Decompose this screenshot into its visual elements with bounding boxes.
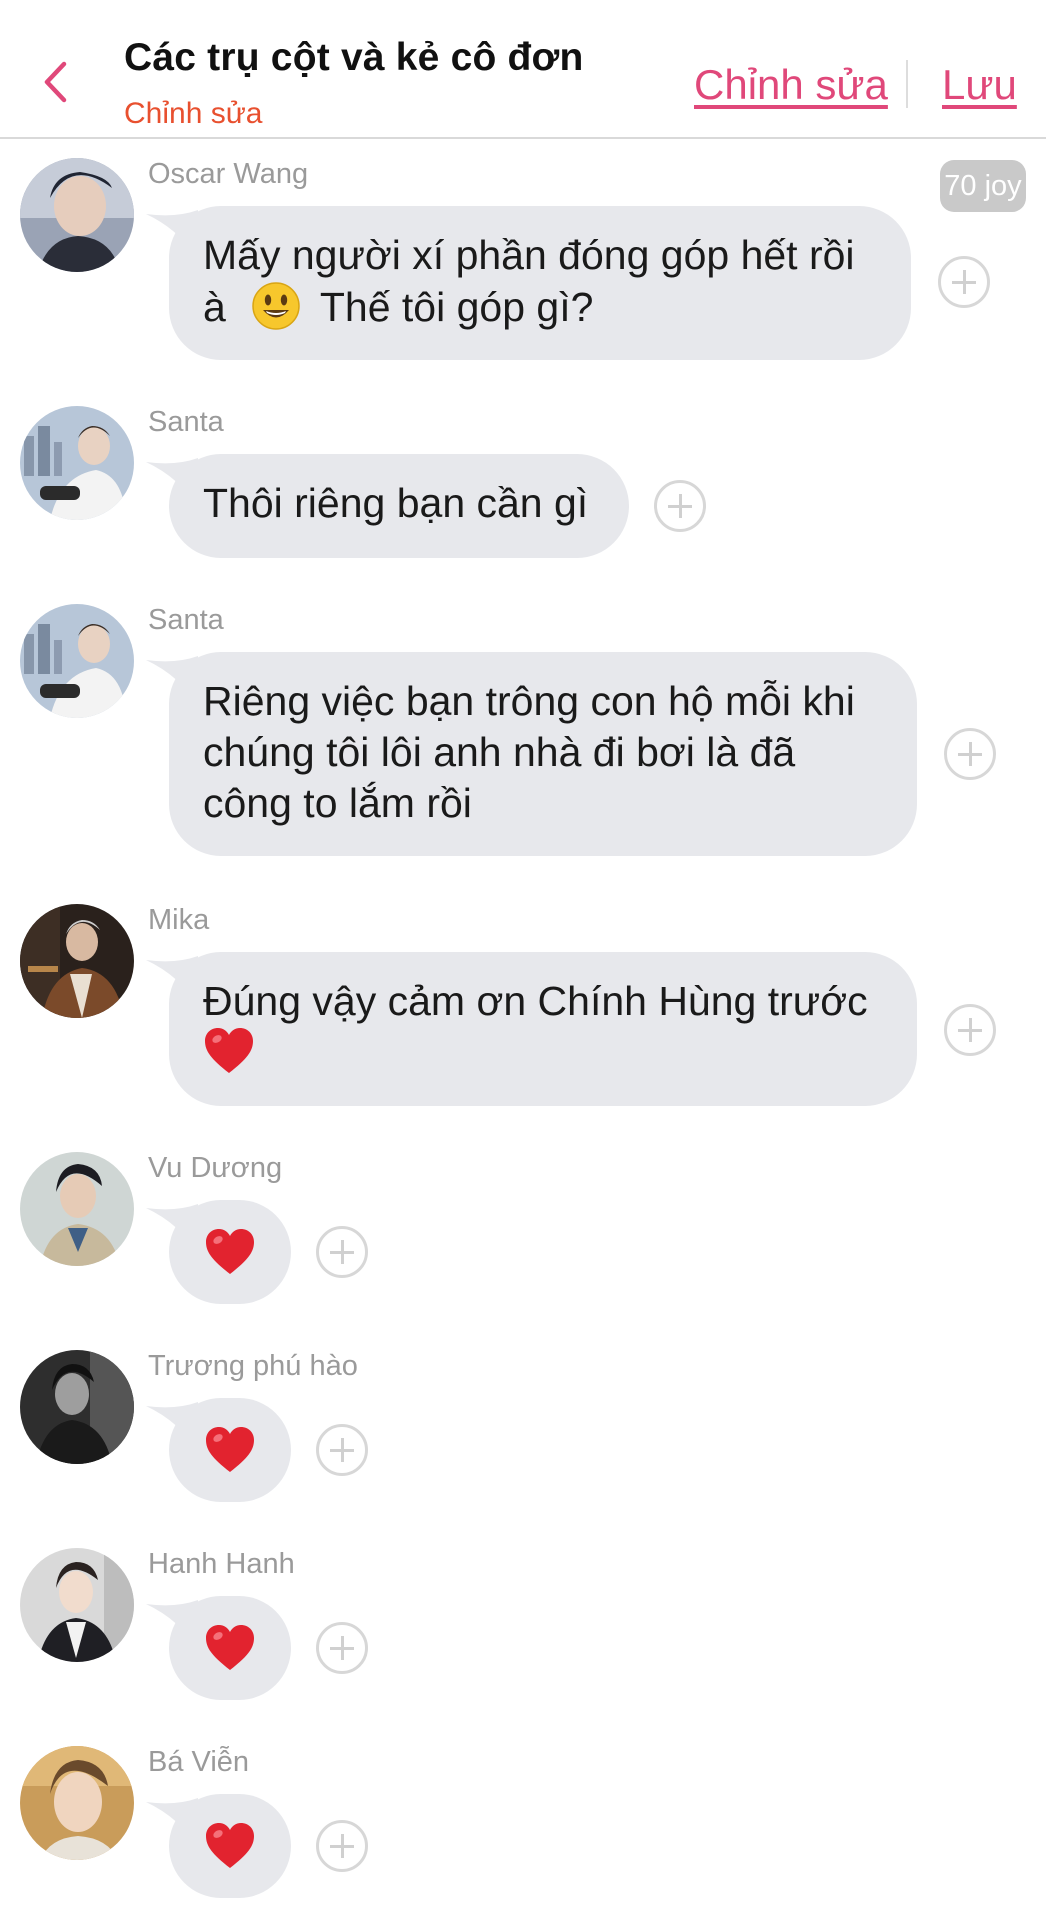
avatar[interactable] [20, 158, 134, 272]
add-reaction-button[interactable] [944, 728, 996, 780]
add-reaction-button[interactable] [316, 1424, 368, 1476]
sender-name: Trương phú hào [148, 1350, 358, 1382]
red-heart-icon [206, 1427, 254, 1472]
message-line: Đúng vậy cảm ơn Chính Hùng trước [203, 978, 868, 1024]
message-item: Hanh Hanh [0, 1548, 1046, 1708]
message-item: Santa Thôi riêng bạn cần gì [0, 406, 1046, 566]
chat-title: Các trụ cột và kẻ cô đơn [124, 36, 584, 79]
avatar[interactable] [20, 406, 134, 520]
sender-name: Oscar Wang [148, 158, 309, 190]
edit-button[interactable]: Chỉnh sửa [694, 61, 888, 109]
smiley-face-icon [252, 282, 300, 330]
add-reaction-button[interactable] [316, 1226, 368, 1278]
red-heart-icon [206, 1625, 254, 1670]
message-bubble[interactable] [169, 1200, 291, 1304]
message-bubble[interactable] [169, 1398, 291, 1502]
sender-name: Mika [148, 904, 210, 936]
message-bubble[interactable]: Riêng việc bạn trông con hộ mỗi khi chún… [169, 652, 917, 856]
save-button[interactable]: Lưu [942, 61, 1017, 109]
avatar[interactable] [20, 1350, 134, 1464]
message-item: Mika Đúng vậy cảm ơn Chính Hùng trước [0, 904, 1046, 1114]
chat-subtitle[interactable]: Chỉnh sửa [124, 97, 263, 131]
red-heart-icon [205, 1028, 253, 1073]
add-reaction-button[interactable] [654, 480, 706, 532]
sender-name: Santa [148, 604, 224, 636]
sender-name: Bá Viễn [148, 1746, 250, 1778]
message-line [203, 1027, 877, 1079]
message-line: à Thế tôi góp gì? [203, 281, 871, 333]
message-item: Bá Viễn [0, 1746, 1046, 1906]
message-line: Riêng việc bạn trông con hộ mỗi khi [203, 678, 855, 724]
sender-name: Vu Dương [148, 1152, 283, 1184]
message-bubble[interactable]: Mấy người xí phần đóng góp hết rồi à Thế… [169, 206, 911, 360]
back-button[interactable] [36, 61, 76, 103]
message-item: Oscar Wang Mấy người xí phần đóng góp hế… [0, 158, 1046, 368]
message-bubble[interactable]: Đúng vậy cảm ơn Chính Hùng trước [169, 952, 917, 1106]
red-heart-icon [206, 1229, 254, 1274]
chevron-left-icon [44, 61, 67, 103]
avatar[interactable] [20, 1152, 134, 1266]
add-reaction-button[interactable] [938, 256, 990, 308]
message-line: Thôi riêng bạn cần gì [203, 480, 589, 526]
red-heart-icon [206, 1823, 254, 1868]
add-reaction-button[interactable] [316, 1622, 368, 1674]
add-reaction-button[interactable] [944, 1004, 996, 1056]
message-bubble[interactable]: Thôi riêng bạn cần gì [169, 454, 629, 558]
message-line: Mấy người xí phần đóng góp hết rồi [203, 232, 855, 278]
avatar[interactable] [20, 1746, 134, 1860]
message-line: chúng tôi lôi anh nhà đi bơi là đã [203, 729, 796, 775]
avatar[interactable] [20, 904, 134, 1018]
sender-name: Hanh Hanh [148, 1548, 295, 1580]
message-item: Vu Dương [0, 1152, 1046, 1312]
sender-name: Santa [148, 406, 224, 438]
message-bubble[interactable] [169, 1794, 291, 1898]
message-item: Santa Riêng việc bạn trông con hộ mỗi kh… [0, 604, 1046, 864]
avatar[interactable] [20, 1548, 134, 1662]
add-reaction-button[interactable] [316, 1820, 368, 1872]
header-divider [906, 60, 908, 108]
message-line: công to lắm rồi [203, 780, 472, 826]
message-bubble[interactable] [169, 1596, 291, 1700]
chat-header: Các trụ cột và kẻ cô đơn Chỉnh sửa Chỉnh… [0, 0, 1046, 139]
message-item: Trương phú hào [0, 1350, 1046, 1510]
avatar[interactable] [20, 604, 134, 718]
